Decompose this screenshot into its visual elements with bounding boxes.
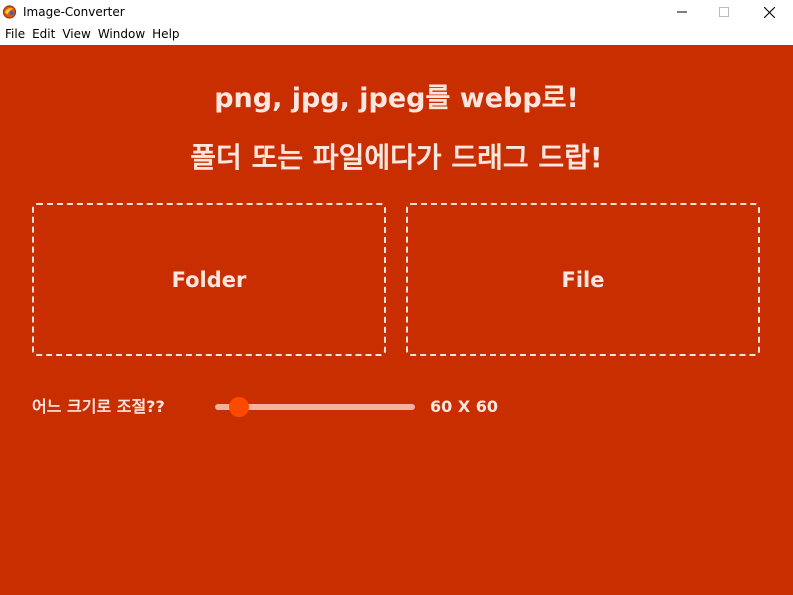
minimize-button[interactable] bbox=[659, 0, 705, 24]
size-slider-thumb[interactable] bbox=[229, 397, 249, 417]
main-content: png, jpg, jpeg를 webp로! 폴더 또는 파일에다가 드래그 드… bbox=[0, 45, 793, 595]
maximize-icon bbox=[719, 7, 729, 17]
page-subtitle: 폴더 또는 파일에다가 드래그 드랍! bbox=[190, 141, 603, 174]
file-drop-zone[interactable]: File bbox=[406, 203, 760, 356]
minimize-icon bbox=[677, 11, 687, 13]
title-bar[interactable]: Image-Converter bbox=[0, 0, 793, 24]
menu-file[interactable]: File bbox=[0, 24, 25, 45]
size-label: 어느 크기로 조절?? bbox=[32, 397, 165, 416]
app-logo-icon bbox=[2, 5, 17, 19]
menu-edit[interactable]: Edit bbox=[27, 24, 55, 45]
app-window: Image-Converter File Edit View Window He… bbox=[0, 0, 793, 595]
maximize-button[interactable] bbox=[701, 0, 747, 24]
menu-bar: File Edit View Window Help bbox=[0, 24, 793, 45]
folder-drop-zone[interactable]: Folder bbox=[32, 203, 386, 356]
close-button[interactable] bbox=[746, 0, 792, 24]
size-value: 60 X 60 bbox=[430, 397, 499, 416]
size-slider[interactable] bbox=[215, 397, 415, 417]
menu-window[interactable]: Window bbox=[93, 24, 145, 45]
menu-help[interactable]: Help bbox=[147, 24, 179, 45]
close-icon bbox=[763, 6, 775, 18]
page-title: png, jpg, jpeg를 webp로! bbox=[214, 83, 579, 114]
window-title: Image-Converter bbox=[23, 5, 125, 19]
file-drop-label: File bbox=[561, 267, 605, 292]
folder-drop-label: Folder bbox=[171, 267, 247, 292]
menu-view[interactable]: View bbox=[57, 24, 90, 45]
